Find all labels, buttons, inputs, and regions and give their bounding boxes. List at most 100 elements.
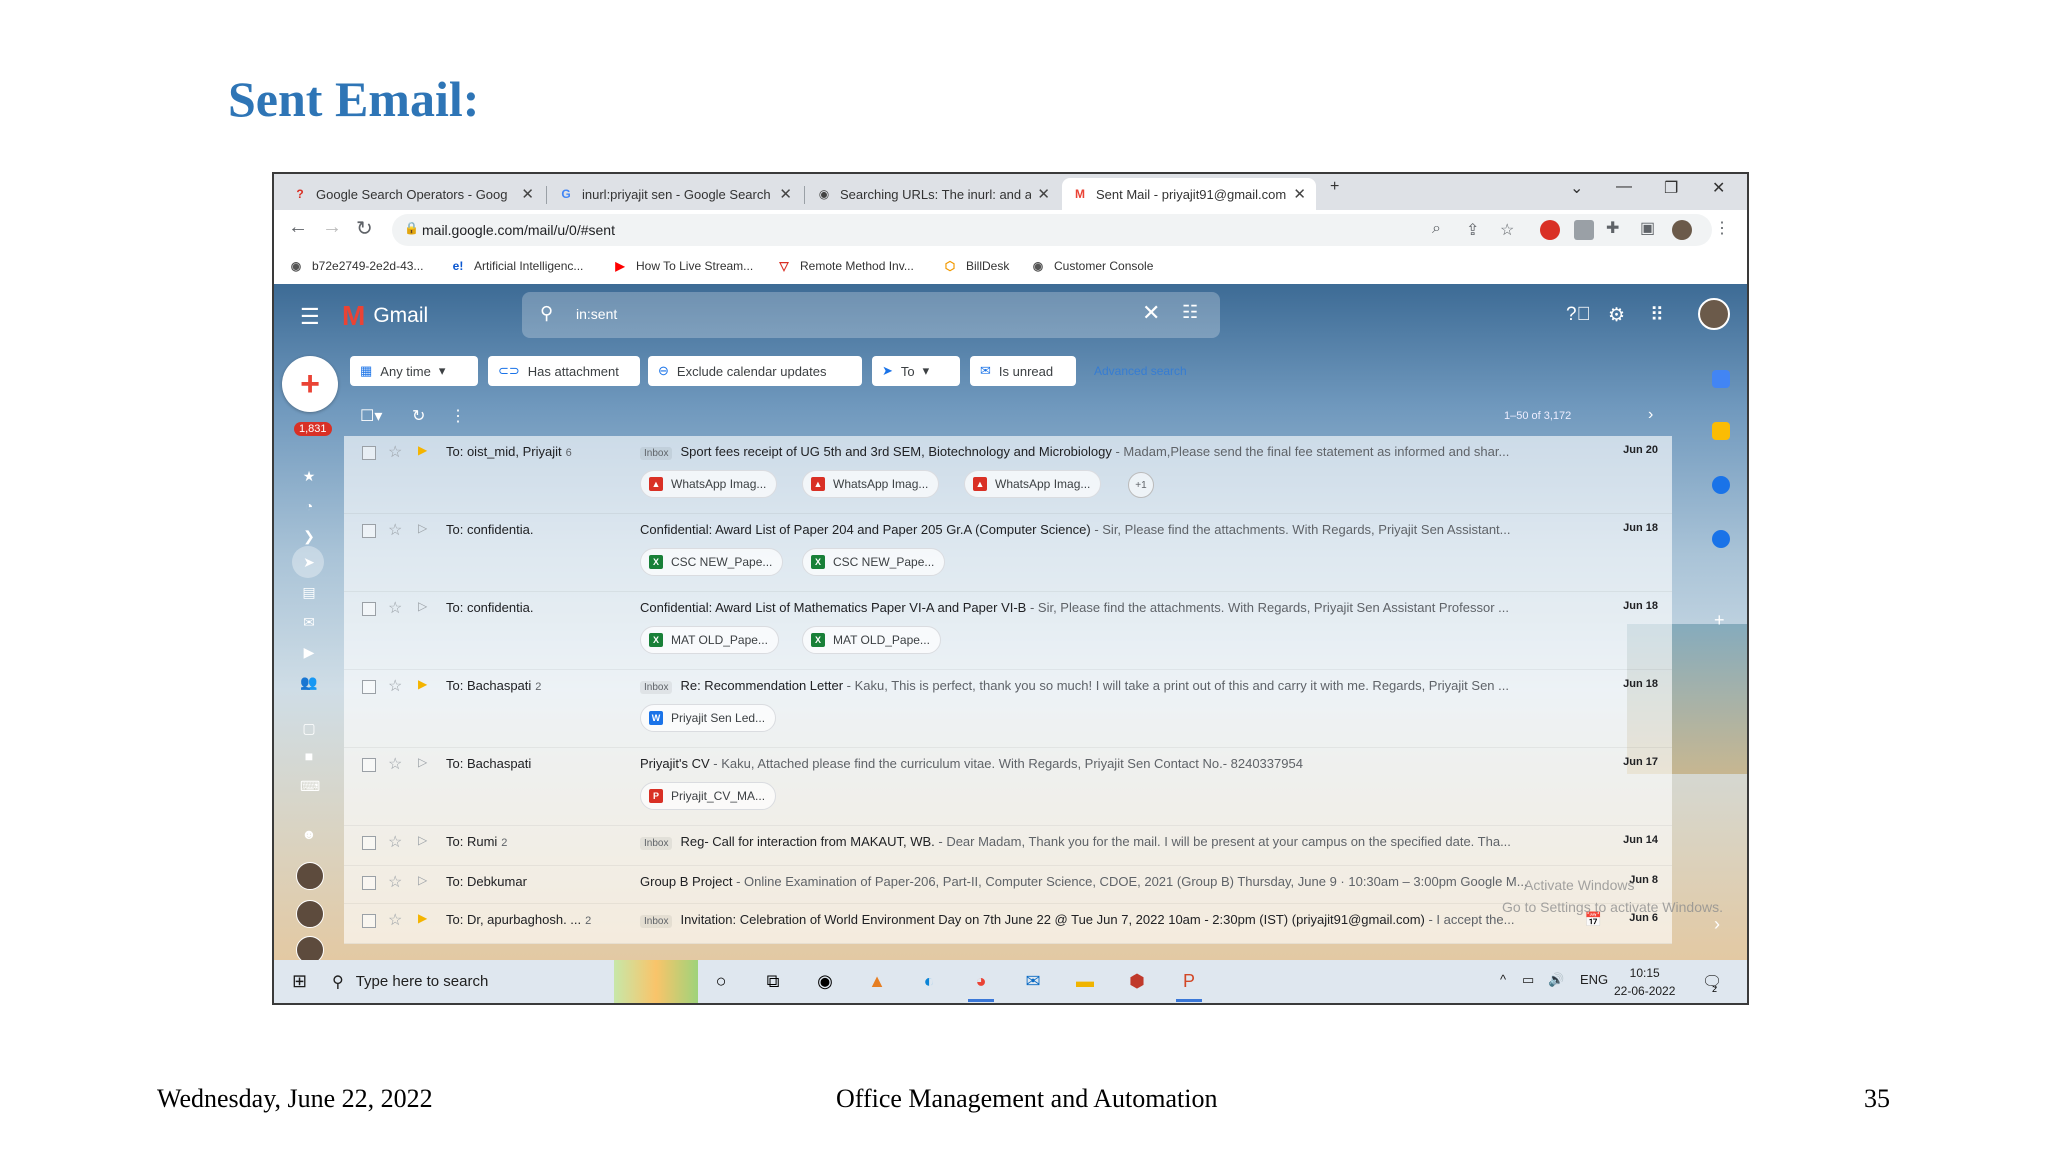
refresh-icon[interactable]: ↻ <box>412 406 425 426</box>
more-icon[interactable]: ⋮ <box>450 406 466 426</box>
starred-icon[interactable]: ★ <box>300 468 318 485</box>
search-input[interactable]: in:sent <box>576 306 617 322</box>
clear-search-icon[interactable]: ✕ <box>1142 300 1160 326</box>
extension-icon[interactable] <box>1540 220 1560 240</box>
star-icon[interactable]: ☆ <box>388 520 402 540</box>
extensions-puzzle-icon[interactable]: ✚ <box>1606 218 1619 238</box>
select-all-checkbox[interactable]: ☐▾ <box>360 406 382 426</box>
tab-google-search[interactable]: G inurl:priyajit sen - Google Search ✕ <box>548 178 802 210</box>
all-mail-icon[interactable]: ✉ <box>300 614 318 631</box>
menu-kebab-icon[interactable]: ⋮ <box>1714 218 1730 238</box>
keep-sidebar-icon[interactable] <box>1712 422 1730 440</box>
star-icon[interactable]: ☆ <box>388 442 402 462</box>
important-marker-icon[interactable]: ▶ <box>418 677 427 691</box>
tray-chevron-icon[interactable]: ^ <box>1500 972 1506 987</box>
chip-exclude-calendar[interactable]: ⊖ Exclude calendar updates <box>648 356 862 386</box>
more-attachments[interactable]: +1 <box>1128 472 1154 498</box>
email-row[interactable]: ☆ ▷ To: confidentia. Confidential: Award… <box>344 514 1672 592</box>
important-marker-icon[interactable]: ▶ <box>418 443 427 457</box>
email-row[interactable]: ☆ ▷ To: Bachaspati Priyajit's CV - Kaku,… <box>344 748 1672 826</box>
star-icon[interactable]: ☆ <box>388 910 402 930</box>
omnibox[interactable]: 🔒 mail.google.com/mail/u/0/#sent ⌕ ⇪ ☆ <box>392 214 1712 246</box>
avatar[interactable] <box>296 862 324 890</box>
side-panel-icon[interactable]: ▣ <box>1640 218 1655 238</box>
profile-avatar[interactable] <box>1672 220 1692 240</box>
taskbar-clock[interactable]: 10:15 22-06-2022 <box>1614 964 1675 1000</box>
tab-search-icon[interactable]: ⌄ <box>1570 178 1583 198</box>
attachment-chip[interactable]: ▲ WhatsApp Imag... <box>802 470 940 498</box>
row-checkbox[interactable] <box>362 602 376 616</box>
bookmark-item[interactable]: e! Artificial Intelligenc... <box>450 258 584 274</box>
close-tab-icon[interactable]: ✕ <box>521 185 534 203</box>
powerpoint-icon[interactable]: P <box>1174 966 1204 1002</box>
avatar[interactable] <box>296 936 324 960</box>
battery-icon[interactable]: ▭ <box>1522 972 1534 988</box>
gmail-logo[interactable]: M Gmail <box>342 300 428 332</box>
next-page-icon[interactable]: › <box>1648 406 1653 424</box>
extension-icon[interactable] <box>1574 220 1594 240</box>
row-checkbox[interactable] <box>362 446 376 460</box>
mail-app-icon[interactable]: ✉ <box>1018 966 1048 996</box>
compose-button[interactable]: + <box>282 356 338 412</box>
important-marker-icon[interactable]: ▷ <box>418 521 427 535</box>
important-marker-icon[interactable]: ▷ <box>418 873 427 887</box>
zoom-icon[interactable]: ⌕ <box>1432 220 1441 238</box>
forward-icon[interactable]: → <box>322 216 342 239</box>
star-icon[interactable]: ☆ <box>388 598 402 618</box>
settings-gear-icon[interactable]: ⚙ <box>1608 304 1625 327</box>
add-addon-icon[interactable]: + <box>1714 610 1725 631</box>
row-checkbox[interactable] <box>362 836 376 850</box>
chip-to[interactable]: ➤ To ▾ <box>872 356 960 386</box>
url-text[interactable]: mail.google.com/mail/u/0/#sent <box>422 222 615 238</box>
back-icon[interactable]: ← <box>288 216 308 239</box>
row-checkbox[interactable] <box>362 680 376 694</box>
important-marker-icon[interactable]: ▷ <box>418 755 427 769</box>
attachment-chip[interactable]: X CSC NEW_Pape... <box>640 548 784 576</box>
tab-sent-mail[interactable]: M Sent Mail - priyajit91@gmail.com ✕ <box>1062 178 1316 210</box>
calendar-sidebar-icon[interactable] <box>1712 370 1730 388</box>
sent-icon[interactable]: ➤ <box>300 554 318 571</box>
keyboard-icon[interactable]: ⌨ <box>300 778 320 795</box>
bookmark-item[interactable]: ◉ Customer Console <box>1030 258 1154 274</box>
email-row[interactable]: ☆ ▶ To: Bachaspati 2 Inbox Re: Recommendat… <box>344 670 1672 748</box>
reload-icon[interactable]: ↻ <box>356 216 373 241</box>
close-tab-icon[interactable]: ✕ <box>1293 185 1306 203</box>
tab-searching-urls[interactable]: ◉ Searching URLs: The inurl: and al ✕ <box>806 178 1060 210</box>
edge-icon[interactable]: ◐ <box>914 966 944 996</box>
close-tab-icon[interactable]: ✕ <box>1037 185 1050 203</box>
attachment-chip[interactable]: P Priyajit_CV_MA... <box>640 782 777 810</box>
attachment-chip[interactable]: ▲ WhatsApp Imag... <box>640 470 778 498</box>
important-marker-icon[interactable]: ▷ <box>418 599 427 613</box>
bookmark-item[interactable]: ▽ Remote Method Inv... <box>776 258 913 274</box>
email-row[interactable]: ☆ ▶ To: oist_mid, Priyajit 6 Inbox Sport f… <box>344 436 1672 514</box>
meet-new-icon[interactable]: ▢ <box>300 720 318 737</box>
cortana-icon[interactable]: ○ <box>706 966 736 996</box>
close-window-icon[interactable]: ✕ <box>1712 178 1725 198</box>
row-checkbox[interactable] <box>362 524 376 538</box>
avatar[interactable] <box>296 900 324 928</box>
windows-start-icon[interactable]: ⊞ <box>292 971 307 992</box>
chrome-icon[interactable]: ◕ <box>966 966 996 1002</box>
bookmark-item[interactable]: ▶ How To Live Stream... <box>612 258 753 274</box>
account-avatar[interactable] <box>1698 298 1730 330</box>
drafts-icon[interactable]: ▤ <box>300 584 318 601</box>
apps-grid-icon[interactable]: ⠿ <box>1650 304 1664 327</box>
email-row[interactable]: ☆ ▷ To: confidentia. Confidential: Award… <box>344 592 1672 670</box>
contacts-icon[interactable]: 👥 <box>300 674 318 691</box>
bookmark-item[interactable]: ◉ b72e2749-2e2d-43... <box>288 258 424 274</box>
email-row[interactable]: ☆ ▷ To: Rumi 2 Inbox Reg- Call for interac… <box>344 826 1672 866</box>
video-icon[interactable]: ■ <box>300 748 318 764</box>
matlab-icon[interactable]: ▲ <box>862 966 892 996</box>
obs-icon[interactable]: ◉ <box>810 966 840 996</box>
search-options-icon[interactable]: ☷ <box>1182 302 1198 323</box>
share-icon[interactable]: ⇪ <box>1466 220 1479 240</box>
important-marker-icon[interactable]: ▶ <box>418 911 427 925</box>
language-indicator[interactable]: ENG <box>1580 972 1608 987</box>
task-view-icon[interactable]: ⧉ <box>758 966 788 996</box>
label-icon[interactable]: ▶ <box>300 644 318 661</box>
attachment-chip[interactable]: X CSC NEW_Pape... <box>802 548 946 576</box>
attachment-chip[interactable]: X MAT OLD_Pape... <box>640 626 779 654</box>
acrobat-icon[interactable]: ⬢ <box>1122 966 1152 996</box>
search-icon[interactable]: ⚲ <box>540 303 553 324</box>
chip-any-time[interactable]: ▦ Any time ▾ <box>350 356 478 386</box>
